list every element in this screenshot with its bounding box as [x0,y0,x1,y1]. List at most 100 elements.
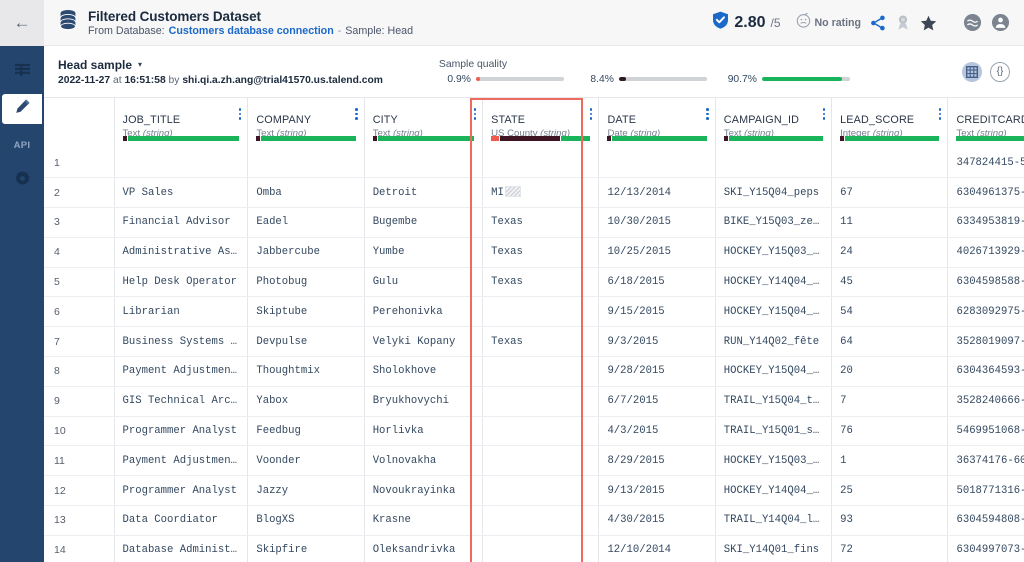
cell-job_title[interactable]: Help Desk Operator [114,267,249,298]
cell-date[interactable]: 6/18/2015 [598,267,716,298]
profile-icon[interactable] [991,13,1010,32]
cell-creditcardnumber[interactable]: 5469951068-55-2130 [947,416,1024,447]
cell-job_title[interactable]: Payment Adjustment… [114,445,249,477]
column-menu-kebab-icon[interactable] [238,108,242,120]
quality-item-valid[interactable]: 90.7% [725,74,850,85]
table-row[interactable]: 12 Programmer Analyst Jazzy Novoukrayinka 9/… [44,475,1024,507]
cell-lead_score[interactable]: 64 [831,326,949,358]
cell-company[interactable]: Skiptube [247,296,365,328]
cell-creditcardnumber[interactable]: 6334953819-16-2150 [947,207,1024,238]
cell-lead_score[interactable]: 7 [831,386,949,417]
cell-creditcardnumber[interactable]: 347824415-58-8321 [947,148,1024,179]
cell-job_title[interactable]: Programmer Analyst [114,416,249,447]
cell-campaign_id[interactable]: SKI_Y15Q04_peps [715,177,833,209]
cell-company[interactable]: BlogXS [247,505,365,536]
column-menu-kebab-icon[interactable] [589,108,593,120]
cell-state[interactable] [482,148,600,179]
cell-campaign_id[interactable]: HOCKEY_Y15Q03_sofa [715,445,833,477]
column-quality-bar[interactable] [491,136,591,141]
cell-job_title[interactable]: Programmer Analyst [114,475,249,507]
column-menu-kebab-icon[interactable] [938,108,942,120]
cell-campaign_id[interactable]: SKI_Y14Q01_fins [715,535,833,562]
data-table-container[interactable]: JOB_TITLE Text (string) COMPANY Text (strin… [44,98,1024,562]
cell-campaign_id[interactable]: TRAIL_Y14Q04_loom [715,505,833,536]
certify-award-icon[interactable] [895,14,911,31]
cell-job_title[interactable]: Data Coordiator [114,505,249,536]
cell-state[interactable] [482,356,600,387]
cell-date[interactable]: 9/3/2015 [598,326,716,358]
column-header-job-title[interactable]: JOB_TITLE Text (string) [114,98,249,148]
cell-state[interactable]: Texas [482,267,600,298]
cell-creditcardnumber[interactable]: 3528240666-93-0360 [947,386,1024,417]
table-row[interactable]: 11 Payment Adjustment… Voonder Volnovakha 8/… [44,445,1024,477]
data-lineage-icon[interactable] [963,13,982,32]
column-quality-bar[interactable] [607,136,707,141]
cell-company[interactable]: Jazzy [247,475,365,507]
quality-item-empty[interactable]: 8.4% [582,74,707,85]
cell-campaign_id[interactable]: HOCKEY_Y15Q04_tact [715,356,833,387]
cell-city[interactable]: Yumbe [364,237,484,268]
cell-city[interactable]: Velyki Kopany [364,326,484,358]
sidebar-item-datasets[interactable] [4,58,40,88]
cell-city[interactable]: Novoukrayinka [364,475,484,507]
star-icon[interactable] [920,15,937,31]
column-header-company[interactable]: COMPANY Text (string) [247,98,365,148]
cell-state[interactable] [482,505,600,536]
column-menu-kebab-icon[interactable] [473,108,477,120]
cell-date[interactable]: 4/30/2015 [598,505,716,536]
cell-campaign_id[interactable]: HOCKEY_Y15Q03_gulf [715,237,833,268]
column-quality-bar[interactable] [723,136,824,141]
table-row[interactable]: 1 347824415-58-8321 [44,148,1024,179]
cell-city[interactable]: Bryukhovychi [364,386,484,417]
table-row[interactable]: 5 Help Desk Operator Photobug Gulu Texas 6/18… [44,267,1024,298]
cell-date[interactable]: 8/29/2015 [598,445,716,477]
cell-lead_score[interactable] [831,148,949,179]
cell-date[interactable]: 6/7/2015 [598,386,716,417]
cell-state[interactable] [482,535,600,562]
cell-campaign_id[interactable] [715,148,833,179]
cell-city[interactable]: Perehonivka [364,296,484,328]
cell-lead_score[interactable]: 67 [831,177,949,209]
cell-lead_score[interactable]: 72 [831,535,949,562]
cell-campaign_id[interactable]: BIKE_Y15Q03_zest [715,207,833,238]
cell-creditcardnumber[interactable]: 6304598588-00-5570 [947,267,1024,298]
cell-creditcardnumber[interactable]: 3528019097-98-9760 [947,326,1024,358]
cell-lead_score[interactable]: 11 [831,207,949,238]
cell-state[interactable] [482,416,600,447]
cell-company[interactable]: Omba [247,177,365,209]
cell-lead_score[interactable]: 1 [831,445,949,477]
cell-lead_score[interactable]: 93 [831,505,949,536]
cell-lead_score[interactable]: 20 [831,356,949,387]
cell-job_title[interactable]: Administrative Ass… [114,237,249,268]
cell-campaign_id[interactable]: TRAIL_Y15Q01_sewn [715,416,833,447]
sidebar-item-api[interactable]: API [4,130,40,160]
cell-city[interactable]: Sholokhove [364,356,484,387]
table-row[interactable]: 7 Business Systems D… Devpulse Velyki Kopan… [44,326,1024,358]
cell-date[interactable]: 9/13/2015 [598,475,716,507]
column-header-state[interactable]: STATE US County (string) [482,98,600,148]
cell-job_title[interactable]: Payment Adjustment… [114,356,249,387]
cell-job_title[interactable]: Business Systems D… [114,326,249,358]
share-icon[interactable] [870,15,886,31]
back-button[interactable]: ← [0,0,44,46]
cell-state[interactable]: MI [482,177,600,209]
cell-job_title[interactable]: Database Administr… [114,535,249,562]
cell-company[interactable]: Voonder [247,445,365,477]
cell-creditcardnumber[interactable]: 6304364593-68-5740 [947,356,1024,387]
table-view-icon[interactable] [962,61,982,82]
cell-company[interactable]: Yabox [247,386,365,417]
cell-company[interactable]: Eadel [247,207,365,238]
cell-city[interactable]: Gulu [364,267,484,298]
cell-campaign_id[interactable]: HOCKEY_Y14Q04_fake [715,267,833,298]
cell-date[interactable] [598,148,716,179]
cell-job_title[interactable]: Financial Advisor [114,207,249,238]
column-quality-bar[interactable] [372,136,475,141]
cell-company[interactable]: Thoughtmix [247,356,365,387]
sidebar-item-preparations[interactable] [2,94,42,124]
cell-state[interactable] [482,445,600,477]
cell-date[interactable]: 4/3/2015 [598,416,716,447]
column-header-date[interactable]: DATE Date (string) [598,98,716,148]
table-row[interactable]: 2 VP Sales Omba Detroit MI 12/13/2014 SKI_Y15Q… [44,177,1024,209]
cell-job_title[interactable] [114,148,249,179]
table-row[interactable]: 14 Database Administr… Skipfire Oleksandriv… [44,535,1024,562]
